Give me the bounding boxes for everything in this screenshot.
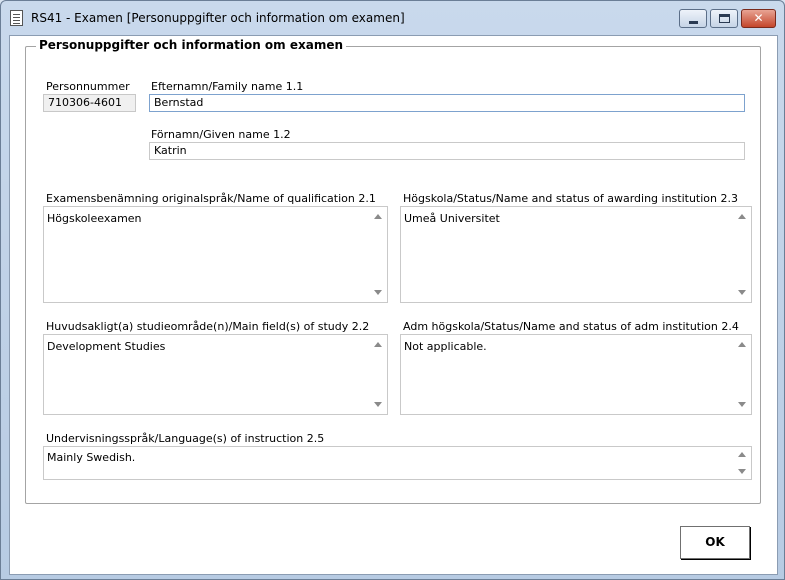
scroll-up-arrow-icon[interactable]: [374, 214, 382, 219]
language-text: Mainly Swedish.: [47, 451, 136, 464]
language-scrollbar[interactable]: [734, 447, 751, 479]
scroll-up-arrow-icon[interactable]: [374, 342, 382, 347]
title-bar[interactable]: RS41 - Examen [Personuppgifter och infor…: [1, 1, 784, 35]
personal-info-group: Personuppgifter och information om exame…: [25, 38, 761, 504]
qualification-textarea[interactable]: Högskoleexamen: [43, 206, 388, 303]
scroll-down-arrow-icon[interactable]: [738, 290, 746, 295]
awarding-institution-scrollbar[interactable]: [734, 207, 751, 302]
adm-institution-text: Not applicable.: [404, 340, 487, 353]
main-field-text: Development Studies: [47, 340, 166, 353]
scroll-down-arrow-icon[interactable]: [374, 290, 382, 295]
adm-institution-scrollbar[interactable]: [734, 335, 751, 414]
personnummer-field: 710306-4601: [43, 94, 136, 112]
qualification-text: Högskoleexamen: [47, 212, 142, 225]
close-icon: ✕: [753, 11, 764, 25]
adm-institution-label: Adm högskola/Status/Name and status of a…: [403, 320, 739, 333]
dialog-window: RS41 - Examen [Personuppgifter och infor…: [0, 0, 785, 580]
awarding-institution-textarea[interactable]: Umeå Universitet: [400, 206, 752, 303]
adm-institution-textarea[interactable]: Not applicable.: [400, 334, 752, 415]
document-icon: [10, 10, 23, 26]
scroll-up-arrow-icon[interactable]: [738, 342, 746, 347]
awarding-institution-label: Högskola/Status/Name and status of award…: [403, 192, 738, 205]
scroll-up-arrow-icon[interactable]: [738, 452, 746, 457]
scroll-down-arrow-icon[interactable]: [738, 402, 746, 407]
language-textarea[interactable]: Mainly Swedish.: [43, 446, 752, 480]
scroll-up-arrow-icon[interactable]: [738, 214, 746, 219]
window-title: RS41 - Examen [Personuppgifter och infor…: [31, 11, 405, 25]
group-legend: Personuppgifter och information om exame…: [36, 38, 347, 52]
maximize-button[interactable]: [710, 9, 738, 28]
awarding-institution-text: Umeå Universitet: [404, 212, 500, 225]
scroll-down-arrow-icon[interactable]: [738, 469, 746, 474]
main-field-scrollbar[interactable]: [370, 335, 387, 414]
scroll-down-arrow-icon[interactable]: [374, 402, 382, 407]
given-name-label: Förnamn/Given name 1.2: [151, 128, 291, 141]
family-name-input[interactable]: Bernstad: [149, 94, 745, 112]
main-field-label: Huvudsakligt(a) studieområde(n)/Main fie…: [46, 320, 370, 333]
qualification-label: Examensbenämning originalspråk/Name of q…: [46, 192, 376, 205]
dialog-content: Personuppgifter och information om exame…: [9, 35, 778, 575]
close-button[interactable]: ✕: [741, 9, 776, 28]
maximize-icon: [719, 14, 730, 23]
main-field-textarea[interactable]: Development Studies: [43, 334, 388, 415]
minimize-button[interactable]: [679, 9, 707, 28]
minimize-icon: [689, 21, 698, 24]
ok-button[interactable]: OK: [680, 526, 750, 559]
family-name-label: Efternamn/Family name 1.1: [151, 80, 304, 93]
language-label: Undervisningsspråk/Language(s) of instru…: [46, 432, 325, 445]
personnummer-label: Personnummer: [46, 80, 130, 93]
qualification-scrollbar[interactable]: [370, 207, 387, 302]
given-name-input[interactable]: Katrin: [149, 142, 745, 160]
